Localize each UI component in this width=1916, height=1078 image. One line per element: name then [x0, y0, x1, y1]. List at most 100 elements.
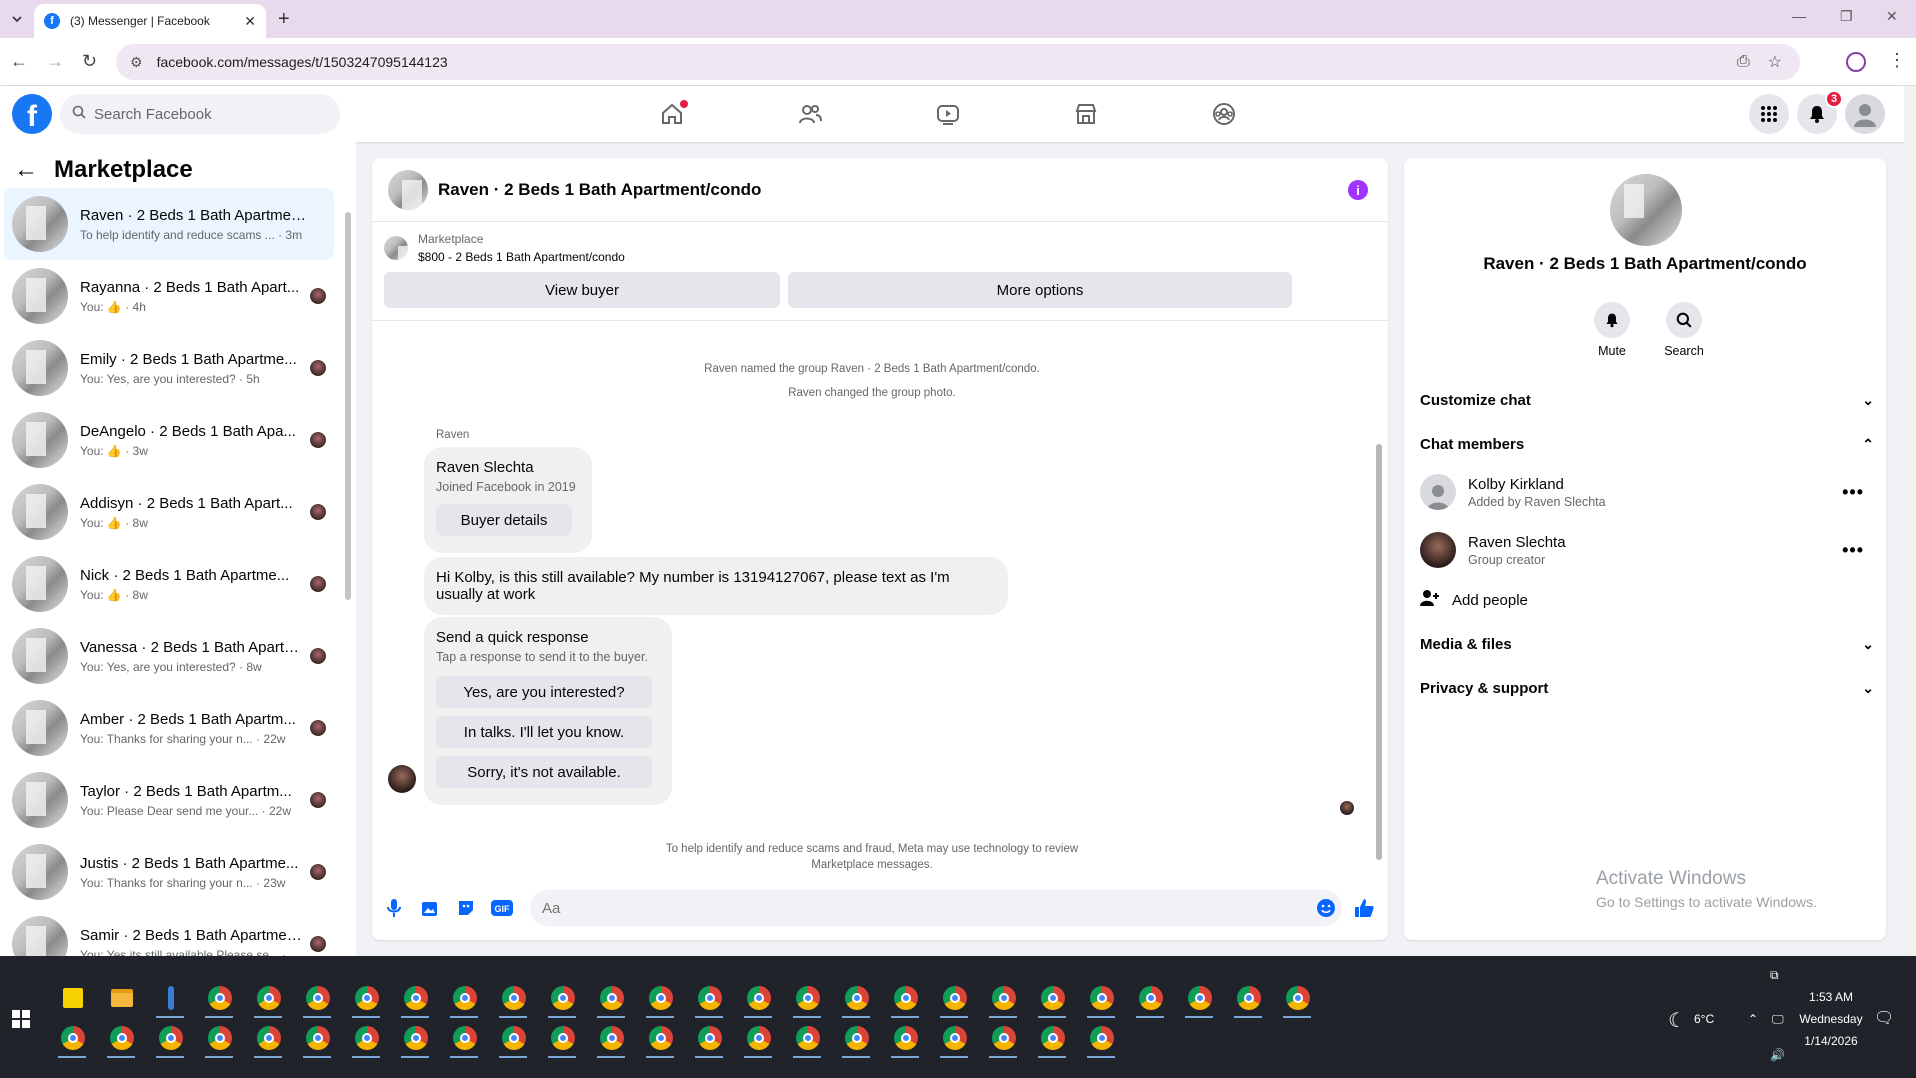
info-icon[interactable]: i [1348, 180, 1368, 200]
listing-summary[interactable]: Marketplace $800 - 2 Beds 1 Bath Apartme… [384, 232, 625, 264]
chrome-icon[interactable] [636, 978, 685, 1018]
microphone-icon[interactable] [382, 896, 406, 920]
scrollbar-thumb[interactable] [345, 212, 351, 600]
tab-search-button[interactable] [4, 6, 30, 32]
chrome-icon[interactable] [783, 978, 832, 1018]
search-conversation-button[interactable]: Search [1654, 302, 1714, 358]
weather-temp[interactable]: 6°C [1694, 1012, 1714, 1026]
network-icon[interactable]: 🖵 [1772, 1012, 1784, 1027]
conversation-item[interactable]: DeAngelo · 2 Beds 1 Bath Apa... You: 👍 · … [4, 404, 334, 476]
url-field[interactable]: ⚙ facebook.com/messages/t/15032470951441… [116, 44, 1800, 80]
conversation-item[interactable]: Raven · 2 Beds 1 Bath Apartmen... To help… [4, 188, 334, 260]
chrome-icon[interactable] [881, 978, 930, 1018]
site-info-icon[interactable]: ⚙ [130, 54, 143, 71]
chrome-icon[interactable] [146, 1018, 195, 1058]
notification-center-icon[interactable]: 🗨 [1874, 1008, 1894, 1028]
chrome-icon[interactable] [293, 978, 342, 1018]
minimize-button[interactable]: — [1792, 8, 1806, 24]
forward-icon[interactable]: → [46, 51, 64, 72]
weather-moon-icon[interactable]: ☾ [1668, 1008, 1686, 1033]
quick-reply-not-available-button[interactable]: Sorry, it's not available. [436, 756, 652, 788]
chat-scrollbar[interactable] [1374, 320, 1384, 874]
windows-start-icon[interactable] [12, 1010, 30, 1028]
page-scrollbar[interactable] [1904, 86, 1916, 956]
member-row[interactable]: Raven Slechta Group creator ••• [1420, 526, 1874, 574]
more-options-icon[interactable]: ••• [1842, 482, 1874, 503]
sidebar-scrollbar[interactable] [344, 198, 352, 938]
chrome-icon[interactable] [48, 1018, 97, 1058]
app-icon[interactable] [146, 978, 195, 1018]
chrome-icon[interactable] [685, 1018, 734, 1058]
emoji-icon[interactable] [1314, 896, 1338, 920]
marketplace-icon[interactable] [1068, 96, 1104, 132]
facebook-logo-icon[interactable]: f [12, 94, 52, 134]
reload-icon[interactable]: ↻ [82, 51, 97, 72]
chrome-icon[interactable] [244, 1018, 293, 1058]
bookmark-star-icon[interactable]: ☆ [1768, 52, 1782, 72]
chat-photo[interactable] [388, 169, 428, 210]
conversation-item[interactable]: Addisyn · 2 Beds 1 Bath Apart... You: 👍 ·… [4, 476, 334, 548]
volume-icon[interactable]: 🔊 [1770, 1048, 1785, 1062]
groups-icon[interactable] [1206, 96, 1242, 132]
chrome-icon[interactable] [342, 978, 391, 1018]
chrome-icon[interactable] [587, 1018, 636, 1058]
new-tab-button[interactable]: + [278, 8, 290, 31]
friends-icon[interactable] [792, 96, 828, 132]
chrome-icon[interactable] [1224, 978, 1273, 1018]
chrome-icon[interactable] [244, 978, 293, 1018]
chrome-icon[interactable] [342, 1018, 391, 1058]
video-icon[interactable] [930, 96, 966, 132]
chrome-icon[interactable] [979, 978, 1028, 1018]
clock-day[interactable]: Wednesday [1792, 1012, 1870, 1026]
facebook-search-input[interactable]: Search Facebook [60, 94, 340, 134]
chrome-icon[interactable] [783, 1018, 832, 1058]
chrome-icon[interactable] [930, 978, 979, 1018]
conversation-item[interactable]: Nick · 2 Beds 1 Bath Apartme... You: 👍 · … [4, 548, 334, 620]
chrome-icon[interactable] [440, 1018, 489, 1058]
chrome-icon[interactable] [1077, 1018, 1126, 1058]
thumbs-up-icon[interactable] [1352, 896, 1376, 920]
conversation-item[interactable]: Rayanna · 2 Beds 1 Bath Apart... You: 👍 ·… [4, 260, 334, 332]
message-input[interactable] [530, 890, 1342, 926]
chrome-icon[interactable] [1028, 978, 1077, 1018]
more-options-icon[interactable]: ••• [1842, 540, 1874, 561]
close-window-button[interactable]: ✕ [1886, 8, 1898, 25]
chrome-icon[interactable] [734, 978, 783, 1018]
chat-members-row[interactable]: Chat members ⌃ [1420, 426, 1874, 462]
buyer-details-button[interactable]: Buyer details [436, 504, 572, 536]
close-tab-icon[interactable]: ✕ [244, 13, 256, 30]
add-people-row[interactable]: Add people [1420, 582, 1874, 618]
chrome-icon[interactable] [1175, 978, 1224, 1018]
file-explorer-icon[interactable] [97, 978, 146, 1018]
quick-reply-yes-button[interactable]: Yes, are you interested? [436, 676, 652, 708]
chrome-icon[interactable] [538, 1018, 587, 1058]
clock-date[interactable]: 1/14/2026 [1796, 1034, 1866, 1048]
scrollbar-thumb[interactable] [1376, 444, 1382, 860]
chrome-icon[interactable] [636, 1018, 685, 1058]
chrome-icon[interactable] [97, 1018, 146, 1058]
conversation-item[interactable]: Justis · 2 Beds 1 Bath Apartme... You: Th… [4, 836, 334, 908]
back-arrow-icon[interactable]: ← [14, 156, 38, 184]
chrome-icon[interactable] [1028, 1018, 1077, 1058]
view-buyer-button[interactable]: View buyer [384, 272, 780, 308]
chrome-icon[interactable] [930, 1018, 979, 1058]
group-photo[interactable] [1610, 174, 1682, 246]
chrome-icon[interactable] [979, 1018, 1028, 1058]
chrome-icon[interactable] [195, 978, 244, 1018]
member-row[interactable]: Kolby Kirkland Added by Raven Slechta ••… [1420, 468, 1874, 516]
notifications-button[interactable]: 3 [1797, 90, 1843, 134]
chrome-icon[interactable] [832, 978, 881, 1018]
browser-menu-icon[interactable]: ⋮ [1888, 50, 1906, 71]
customize-chat-row[interactable]: Customize chat ⌄ [1420, 382, 1874, 418]
sticky-notes-icon[interactable] [48, 978, 97, 1018]
chrome-icon[interactable] [391, 978, 440, 1018]
chrome-icon[interactable] [734, 1018, 783, 1058]
photo-icon[interactable] [418, 896, 442, 920]
conversation-item[interactable]: Amber · 2 Beds 1 Bath Apartm... You: Than… [4, 692, 334, 764]
chrome-icon[interactable] [832, 1018, 881, 1058]
home-icon[interactable] [654, 96, 690, 132]
tray-overflow-icon[interactable]: ⧉ [1770, 968, 1779, 983]
chrome-icon[interactable] [391, 1018, 440, 1058]
install-app-icon[interactable]: ⎙ [1737, 53, 1750, 71]
browser-tab[interactable]: f (3) Messenger | Facebook ✕ [34, 4, 266, 38]
